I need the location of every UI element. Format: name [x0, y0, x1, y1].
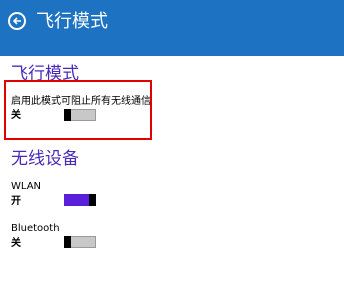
airplane-state-label: 关: [11, 110, 21, 121]
header-bar: 飞行模式: [0, 0, 344, 56]
airplane-description: 启用此模式可阻止所有无线通信: [11, 96, 151, 107]
airplane-mode-toggle[interactable]: [64, 109, 96, 121]
toggle-thumb: [89, 194, 96, 206]
wireless-section-title: 无线设备: [11, 149, 79, 169]
bluetooth-toggle[interactable]: [64, 236, 96, 248]
toggle-thumb: [64, 236, 71, 248]
wlan-toggle[interactable]: [64, 194, 96, 206]
wlan-label: WLAN: [11, 181, 42, 192]
toggle-thumb: [64, 109, 71, 121]
bluetooth-state-label: 关: [11, 238, 21, 249]
page-title: 飞行模式: [36, 11, 108, 32]
back-arrow-icon[interactable]: [8, 12, 26, 30]
bluetooth-label: Bluetooth: [11, 223, 60, 234]
wlan-state-label: 开: [11, 196, 21, 207]
